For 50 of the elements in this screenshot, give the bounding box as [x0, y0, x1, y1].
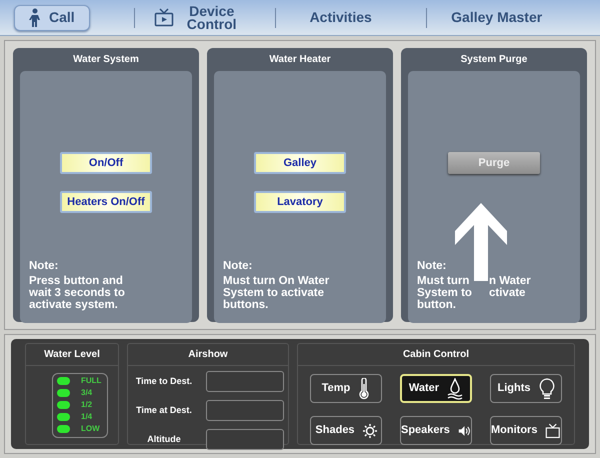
cabin-button[interactable]: Shades — [310, 416, 382, 445]
section-title: Water Level — [26, 344, 118, 366]
action-button[interactable]: Lavatory — [254, 191, 346, 213]
tv-icon — [154, 8, 174, 28]
person-icon — [29, 8, 41, 28]
speaker-icon — [458, 424, 471, 438]
cabin-button[interactable]: Speakers — [400, 416, 472, 445]
field-label: Time at Dest. — [135, 404, 193, 417]
note-text: Must turn — [417, 275, 470, 287]
level-label: FULL — [80, 375, 102, 387]
cabin-button[interactable]: Temp — [310, 374, 382, 403]
note-text: System to — [417, 287, 473, 299]
nav-tab[interactable]: Galley Master — [426, 4, 567, 30]
nav-tab[interactable]: Activities — [276, 4, 426, 30]
level-label: 1/2 — [80, 399, 94, 411]
note-text: ctivate — [489, 287, 526, 299]
panel-title: Water System — [72, 53, 140, 67]
section-title: Cabin Control — [298, 344, 574, 366]
level-label: 3/4 — [80, 387, 94, 399]
note-title: Note: — [417, 260, 448, 272]
note-title: Note: — [29, 260, 60, 272]
level-label: LOW — [80, 423, 101, 435]
note-title: Note: — [223, 260, 254, 272]
sun-icon — [362, 424, 377, 438]
thermometer-icon — [358, 378, 370, 400]
level-label: 1/4 — [80, 411, 94, 423]
nav-tab[interactable]: Device Control — [134, 4, 275, 30]
field-label: Time to Dest. — [134, 374, 194, 388]
note-text: wait 3 seconds to — [29, 287, 125, 299]
section-title: Airshow — [128, 344, 288, 366]
note-text: Press button and — [29, 275, 123, 287]
action-button[interactable]: Galley — [254, 152, 346, 174]
note-text: Must turn On Water — [223, 275, 330, 287]
panel-title: Water Heater — [268, 53, 332, 67]
nav-tab[interactable]: Call — [14, 4, 90, 30]
cabin-button[interactable]: Lights — [490, 374, 562, 403]
light-bulb-icon — [538, 378, 554, 400]
note-text: activate system. — [29, 299, 118, 311]
note-text: button. — [417, 299, 456, 311]
water-drop-icon — [447, 378, 464, 400]
cabin-button[interactable]: Monitors — [490, 416, 562, 445]
action-button[interactable]: On/Off — [60, 152, 152, 174]
note-text: n Water — [489, 275, 531, 287]
panel-title: System Purge — [460, 53, 528, 67]
action-button[interactable]: Heaters On/Off — [60, 191, 152, 213]
tv-icon — [545, 422, 561, 440]
field-label: Altitude — [146, 432, 182, 446]
note-text: buttons. — [223, 299, 268, 311]
note-text: System to activate — [223, 287, 324, 299]
cabin-button[interactable]: Water — [400, 374, 472, 403]
